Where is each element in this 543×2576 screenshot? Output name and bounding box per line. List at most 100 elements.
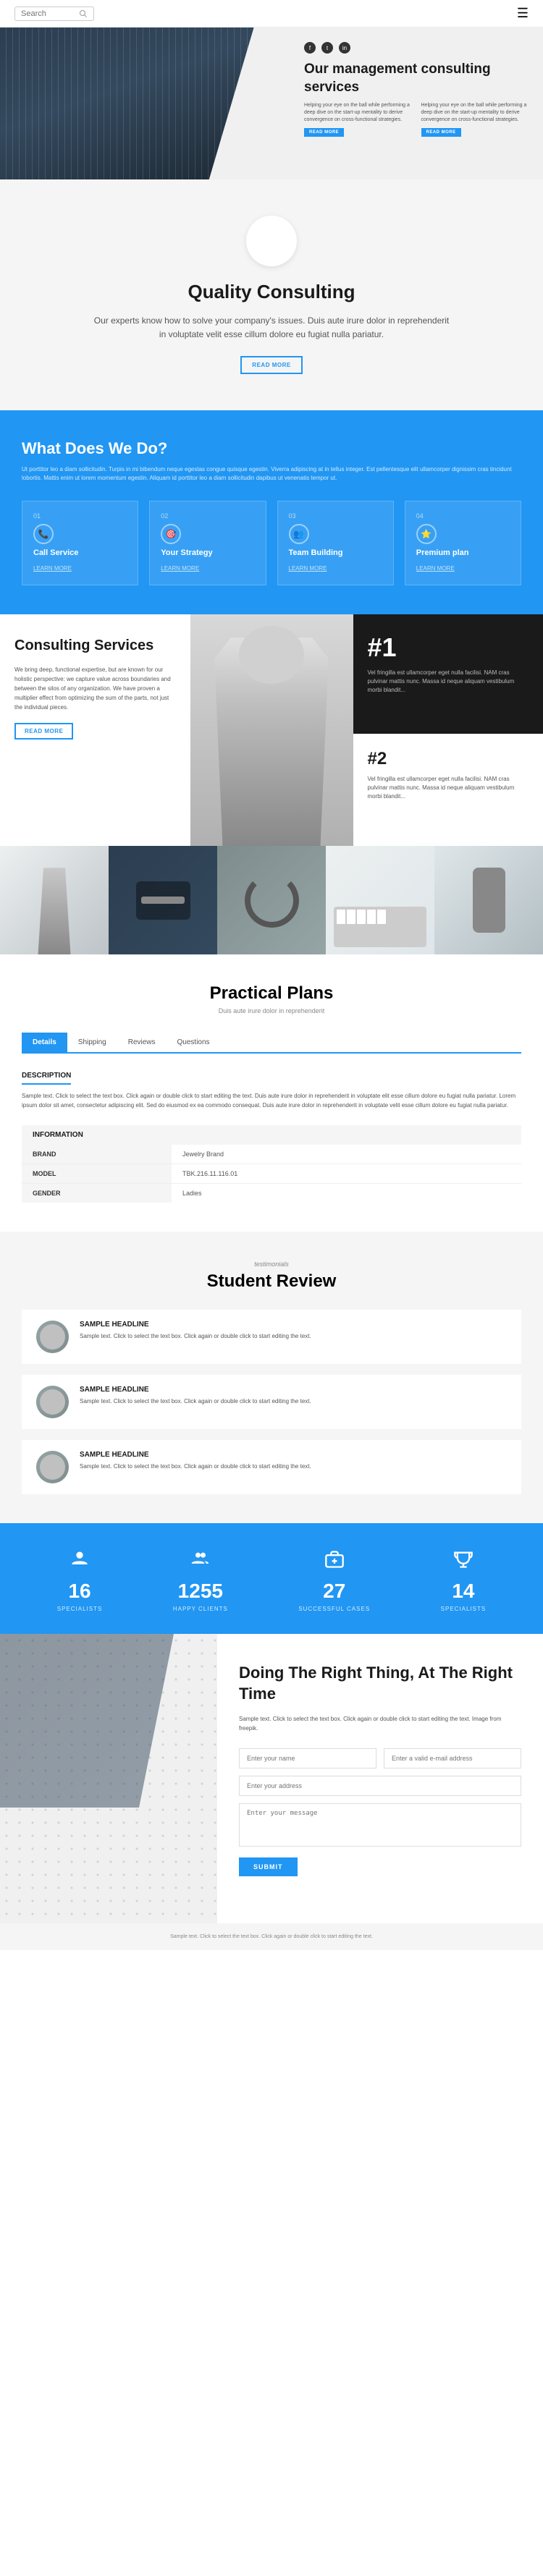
hero-col1-text: Helping your eye on the ball while perfo… (304, 102, 416, 123)
avatar-2 (36, 1386, 69, 1418)
what-text: Ut porttitor leo a diam sollicitudin. Tu… (22, 465, 521, 483)
consulting-right: #1 Vel fringilla est ullamcorper eget nu… (353, 614, 543, 846)
name-input[interactable] (239, 1748, 376, 1768)
consulting-read-more[interactable]: READ MORE (14, 723, 73, 740)
what-card-2: 02 🎯 Your Strategy LEARN MORE (149, 501, 266, 585)
consulting-section: Consulting Services We bring deep, funct… (0, 614, 543, 846)
review-1-text: Sample text. Click to select the text bo… (80, 1332, 311, 1341)
trophy-icon (449, 1545, 478, 1574)
what-cards: 01 📞 Call Service LEARN MORE 02 🎯 Your S… (22, 501, 521, 585)
rank2-text: Vel fringilla est ullamcorper eget nulla… (368, 775, 529, 801)
card-1-link[interactable]: LEARN MORE (33, 565, 72, 572)
model-label: MODEL (22, 1164, 172, 1183)
review-3-headline: SAMPLE HEADLINE (80, 1451, 311, 1459)
consulting-left: Consulting Services We bring deep, funct… (0, 614, 190, 846)
consulting-title: Consulting Services (14, 636, 176, 655)
review-3-content: SAMPLE HEADLINE Sample text. Click to se… (80, 1451, 311, 1471)
review-2-headline: SAMPLE HEADLINE (80, 1386, 311, 1394)
address-input[interactable] (239, 1776, 521, 1796)
card-1-circle: 📞 (33, 524, 54, 544)
testimonials-label: testimonials (22, 1261, 521, 1268)
card-4-num: 04 (416, 512, 510, 520)
tab-questions[interactable]: Questions (167, 1033, 221, 1052)
review-card-1: SAMPLE HEADLINE Sample text. Click to se… (22, 1310, 521, 1364)
twitter-icon[interactable]: t (321, 42, 333, 54)
brand-label: BRAND (22, 1145, 172, 1164)
card-3-num: 03 (289, 512, 382, 520)
card-4-link[interactable]: LEARN MORE (416, 565, 455, 572)
consulting-rank2: #2 Vel fringilla est ullamcorper eget nu… (353, 734, 543, 847)
testimonials-section: testimonials Student Review SAMPLE HEADL… (0, 1232, 543, 1523)
right-thing-text: Sample text. Click to select the text bo… (239, 1715, 521, 1734)
facebook-icon[interactable]: f (304, 42, 316, 54)
hero-content: f t in Our management consulting service… (304, 42, 532, 137)
tab-shipping[interactable]: Shipping (67, 1033, 117, 1052)
message-input[interactable] (239, 1803, 521, 1847)
read-more-btn-1[interactable]: READ MORE (304, 128, 344, 137)
instagram-icon[interactable]: in (339, 42, 350, 54)
consulting-text: We bring deep, functional expertise, but… (14, 666, 176, 712)
card-3-link[interactable]: LEARN MORE (289, 565, 327, 572)
what-card-3: 03 👥 Team Building LEARN MORE (277, 501, 394, 585)
description-label: DESCRIPTION (22, 1072, 71, 1085)
info-table: BRAND Jewelry Brand MODEL TBK.216.11.116… (22, 1145, 521, 1203)
stat-3-number: 27 (298, 1580, 370, 1603)
hero-title: Our management consulting services (304, 61, 532, 96)
strip-1 (0, 846, 109, 954)
search-bar[interactable] (14, 7, 94, 21)
read-more-btn-2[interactable]: READ MORE (421, 128, 461, 137)
hero-col2: Helping your eye on the ball while perfo… (421, 102, 533, 136)
rank1-text: Vel fringilla est ullamcorper eget nulla… (368, 669, 529, 695)
stat-4-label: SPECIALISTS (441, 1606, 487, 1612)
menu-icon[interactable]: ☰ (517, 6, 529, 21)
email-input[interactable] (384, 1748, 521, 1768)
quality-text: Our experts know how to solve your compa… (90, 314, 452, 342)
card-2-link[interactable]: LEARN MORE (161, 565, 199, 572)
review-card-3: SAMPLE HEADLINE Sample text. Click to se… (22, 1440, 521, 1494)
card-3-title: Team Building (289, 548, 382, 557)
submit-button[interactable]: SUBMIT (239, 1857, 298, 1876)
form-row-1 (239, 1748, 521, 1768)
search-icon (79, 9, 88, 18)
right-thing-image (0, 1634, 217, 1923)
avatar-3 (36, 1451, 69, 1483)
photo-strip (0, 846, 543, 954)
review-2-text: Sample text. Click to select the text bo… (80, 1397, 311, 1406)
card-2-circle: 🎯 (161, 524, 181, 544)
card-1-num: 01 (33, 512, 127, 520)
hero-section: f t in Our management consulting service… (0, 27, 543, 179)
tab-details[interactable]: Details (22, 1033, 67, 1052)
briefcase-icon (320, 1545, 349, 1574)
stat-2-number: 1255 (173, 1580, 228, 1603)
social-icons: f t in (304, 42, 532, 54)
footer: Sample text. Click to select the text bo… (0, 1923, 543, 1950)
hero-columns: Helping your eye on the ball while perfo… (304, 102, 532, 136)
plans-subtitle: Duis aute irure dolor in reprehenderit (22, 1007, 521, 1014)
hero-building-lines (0, 27, 299, 179)
card-2-icon: 🎯 (166, 529, 177, 539)
right-thing-section: Doing The Right Thing, At The Right Time… (0, 1634, 543, 1923)
stat-4-number: 14 (441, 1580, 487, 1603)
card-1-title: Call Service (33, 548, 127, 557)
stat-2-label: HAPPY CLIENTS (173, 1606, 228, 1612)
plans-title: Practical Plans (22, 983, 521, 1004)
stat-1-number: 16 (57, 1580, 103, 1603)
table-row-gender: GENDER Ladies (22, 1183, 521, 1203)
description-text: Sample text. Click to select the text bo… (22, 1092, 521, 1111)
stat-trophy: 14 SPECIALISTS (441, 1545, 487, 1612)
review-card-2: SAMPLE HEADLINE Sample text. Click to se… (22, 1375, 521, 1429)
quality-read-more[interactable]: READ MORE (240, 356, 302, 374)
stats-grid: 16 SPECIALISTS 1255 HAPPY CLIENTS 27 SUC… (22, 1545, 521, 1612)
card-1-icon: 📞 (38, 529, 49, 539)
table-row-model: MODEL TBK.216.11.116.01 (22, 1164, 521, 1183)
consulting-person-img (190, 614, 353, 846)
stat-specialists: 16 SPECIALISTS (57, 1545, 103, 1612)
hero-col1: Helping your eye on the ball while perfo… (304, 102, 416, 136)
people-icon (186, 1545, 215, 1574)
quality-title: Quality Consulting (58, 281, 485, 303)
tab-reviews[interactable]: Reviews (117, 1033, 167, 1052)
table-row-brand: BRAND Jewelry Brand (22, 1145, 521, 1164)
avatar-1 (36, 1321, 69, 1353)
search-input[interactable] (21, 9, 79, 18)
strip-3 (217, 846, 326, 954)
